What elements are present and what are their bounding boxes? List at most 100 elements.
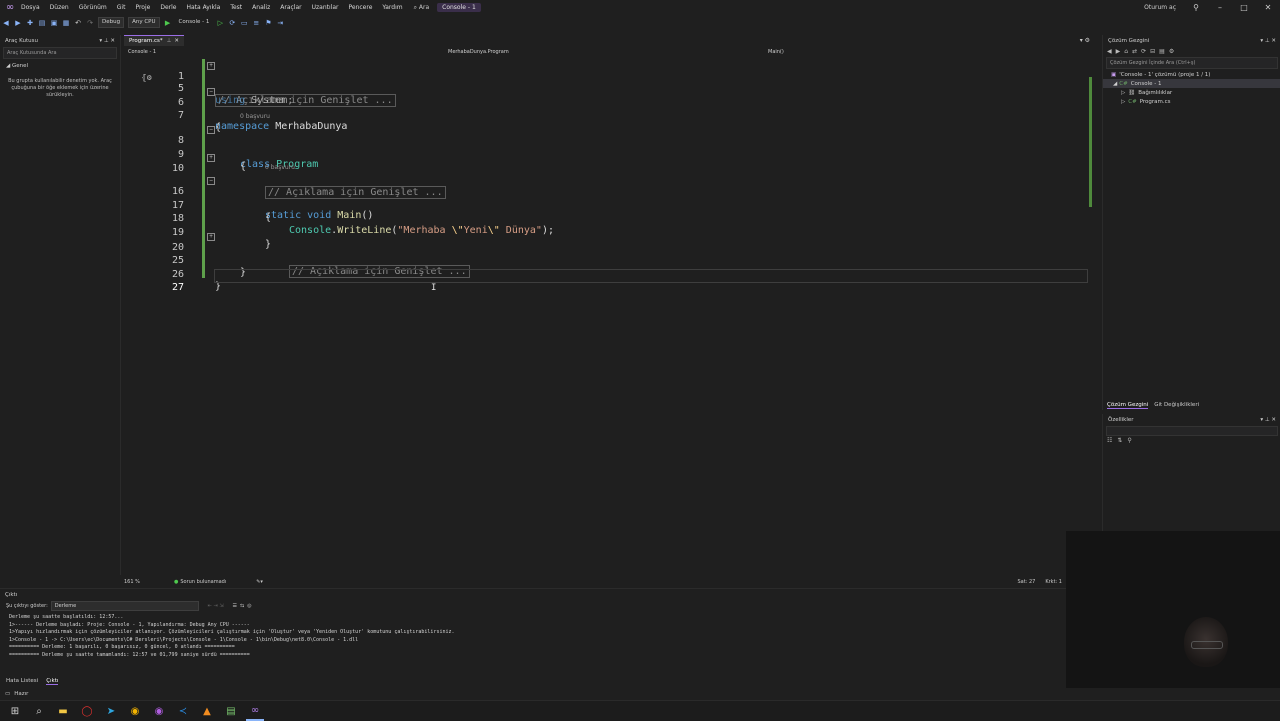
sign-in-link[interactable]: Oturum aç (1144, 4, 1176, 11)
toggle-comment-icon[interactable]: ≡ (250, 17, 262, 29)
global-search[interactable]: ⌕ Ara (414, 4, 430, 12)
word-wrap-icon[interactable]: ⇆ (240, 603, 244, 609)
pin-tab-icon[interactable]: ⊥ (167, 38, 172, 44)
browser-link-icon[interactable]: ▭ (238, 17, 250, 29)
live-share-icon[interactable]: ⚲ (1184, 3, 1208, 12)
project-dropdown[interactable]: Console - 1 (124, 49, 448, 55)
output-text[interactable]: Derleme şu saatte başlatıldı: 12:57... 1… (0, 612, 1066, 660)
tab-git-changes[interactable]: Git Değişiklikleri (1154, 402, 1199, 409)
back-icon[interactable]: ◀ (1107, 48, 1112, 55)
windows-start-icon[interactable]: ⊞ (6, 702, 24, 720)
redo-icon[interactable]: ↷ (84, 17, 96, 29)
opera-browser-icon[interactable]: ◯ (78, 702, 96, 720)
navigate-forward-icon[interactable]: ▶ (12, 17, 24, 29)
panel-pin-icon[interactable]: ▾ ⊥ ✕ (1260, 38, 1276, 44)
menu-file[interactable]: Dosya (16, 4, 45, 11)
visual-studio-icon[interactable]: ∞ (246, 701, 264, 721)
navigate-back-icon[interactable]: ◀ (0, 17, 12, 29)
save-all-icon[interactable]: ▦ (60, 17, 72, 29)
menu-help[interactable]: Yardım (377, 4, 407, 11)
expand-outline-icon[interactable]: + (207, 62, 215, 70)
maximize-button[interactable]: □ (1232, 3, 1256, 12)
code-cleanup-icon[interactable]: ✎▾ (256, 579, 263, 585)
home-icon[interactable]: ⌂ (1124, 48, 1128, 55)
menu-project[interactable]: Proje (130, 4, 155, 11)
collapse-outline-icon[interactable]: − (207, 177, 215, 185)
menu-view[interactable]: Görünüm (74, 4, 112, 11)
properties-object-select[interactable] (1106, 426, 1278, 436)
start-without-debug-icon[interactable]: ▷ (214, 17, 226, 29)
toolbox-pin-icon[interactable]: ▾ ⊥ ✕ (99, 38, 115, 44)
toolbox-group-general[interactable]: ◢ Genel (0, 60, 120, 72)
vlc-icon[interactable]: ▲ (198, 702, 216, 720)
hot-reload-icon[interactable]: ⟳ (226, 17, 238, 29)
clear-all-icon[interactable]: ☰ (233, 603, 237, 609)
close-tab-icon[interactable]: ✕ (174, 38, 179, 44)
menu-debug[interactable]: Hata Ayıkla (181, 4, 225, 11)
sync-icon[interactable]: ⇄ (1132, 48, 1137, 55)
refresh-icon[interactable]: ⟳ (1141, 48, 1146, 55)
tab-program-cs[interactable]: Program.cs* ⊥ ✕ (124, 34, 184, 47)
open-file-icon[interactable]: ▤ (36, 17, 48, 29)
undo-icon[interactable]: ↶ (72, 17, 84, 29)
code-editor[interactable]: ⦃⚙ 1 + // Açıklama için Genişlet ... 5 u… (124, 57, 1090, 575)
stop-icon[interactable]: ◎ (247, 603, 251, 609)
categorized-icon[interactable]: ☷ (1107, 437, 1112, 444)
file-explorer-icon[interactable]: ▬ (54, 702, 72, 720)
menu-tools[interactable]: Araçlar (275, 4, 306, 11)
taskbar-search-icon[interactable]: ⌕ (30, 702, 48, 720)
output-prev-icon[interactable]: ⇤ ⇥ ⇲ (208, 603, 224, 609)
tab-output[interactable]: Çıktı (46, 678, 59, 685)
chrome-icon[interactable]: ◉ (126, 702, 144, 720)
tree-project-node[interactable]: ◢ C# Console - 1 (1103, 79, 1280, 88)
bookmark-icon[interactable]: ⚑ (262, 17, 274, 29)
member-dropdown[interactable]: Main() (768, 49, 1094, 55)
alphabetical-icon[interactable]: ⇅ (1117, 437, 1122, 444)
telegram-icon[interactable]: ➤ (102, 702, 120, 720)
minimize-button[interactable]: – (1208, 3, 1232, 12)
menu-analyze[interactable]: Analiz (247, 4, 275, 11)
save-icon[interactable]: ▣ (48, 17, 60, 29)
properties-icon[interactable]: ⚙ (1169, 48, 1174, 55)
line-indicator[interactable]: Sat: 27 (1018, 579, 1036, 585)
menu-edit[interactable]: Düzen (45, 4, 74, 11)
references-codelens[interactable]: 0 başvuru (240, 113, 270, 120)
vscode-icon[interactable]: ≺ (174, 702, 192, 720)
notepad-icon[interactable]: ▤ (222, 702, 240, 720)
references-codelens[interactable]: 0 başvuru (265, 164, 295, 171)
collapse-outline-icon[interactable]: − (207, 126, 215, 134)
tab-solution-explorer[interactable]: Çözüm Gezgini (1107, 402, 1149, 409)
editor-scrollbar[interactable] (1088, 57, 1094, 575)
menu-extensions[interactable]: Uzantılar (307, 4, 344, 11)
platform-select[interactable]: Any CPU (128, 17, 160, 28)
media-app-icon[interactable]: ◉ (150, 702, 168, 720)
tree-dependencies-node[interactable]: ▷ ⛓ Bağımlılıklar (1103, 88, 1280, 97)
panel-pin-icon[interactable]: ▾ ⊥ ✕ (1260, 417, 1276, 423)
property-pages-icon[interactable]: ⚲ (1127, 437, 1131, 444)
zoom-level[interactable]: 161 % (124, 579, 174, 585)
show-all-files-icon[interactable]: ▤ (1159, 48, 1165, 55)
solution-search-input[interactable]: Çözüm Gezgini İçinde Ara (Ctrl+ş) (1106, 57, 1278, 69)
forward-icon[interactable]: ▶ (1116, 48, 1121, 55)
issues-indicator[interactable]: Sorun bulunamadı (180, 579, 226, 585)
configuration-select[interactable]: Debug (98, 17, 125, 28)
menu-build[interactable]: Derle (155, 4, 181, 11)
tab-error-list[interactable]: Hata Listesi (0, 678, 38, 684)
tree-program-file-node[interactable]: ▷ C# Program.cs (1103, 97, 1280, 106)
collapse-all-icon[interactable]: ⊟ (1150, 48, 1155, 55)
menu-test[interactable]: Test (225, 4, 247, 11)
indent-icon[interactable]: ⇥ (274, 17, 286, 29)
collapse-outline-icon[interactable]: − (207, 88, 215, 96)
run-target-button[interactable]: Console - 1 (176, 18, 213, 27)
tab-overflow-icon[interactable]: ▾ ⚙ (1080, 37, 1094, 44)
tree-solution-node[interactable]: ▣ 'Console - 1' çözümü (proje 1 / 1) (1103, 70, 1280, 79)
expand-outline-icon[interactable]: + (207, 154, 215, 162)
char-indicator[interactable]: Krkt: 1 (1045, 579, 1062, 585)
menu-window[interactable]: Pencere (343, 4, 377, 11)
output-source-select[interactable]: Derleme (50, 601, 199, 611)
toolbox-search-input[interactable]: Araç Kutusunda Ara (3, 47, 117, 59)
menu-git[interactable]: Git (112, 4, 131, 11)
new-project-icon[interactable]: ✚ (24, 17, 36, 29)
class-dropdown[interactable]: MerhabaDunya.Program (448, 49, 768, 55)
close-window-button[interactable]: ✕ (1256, 3, 1280, 12)
